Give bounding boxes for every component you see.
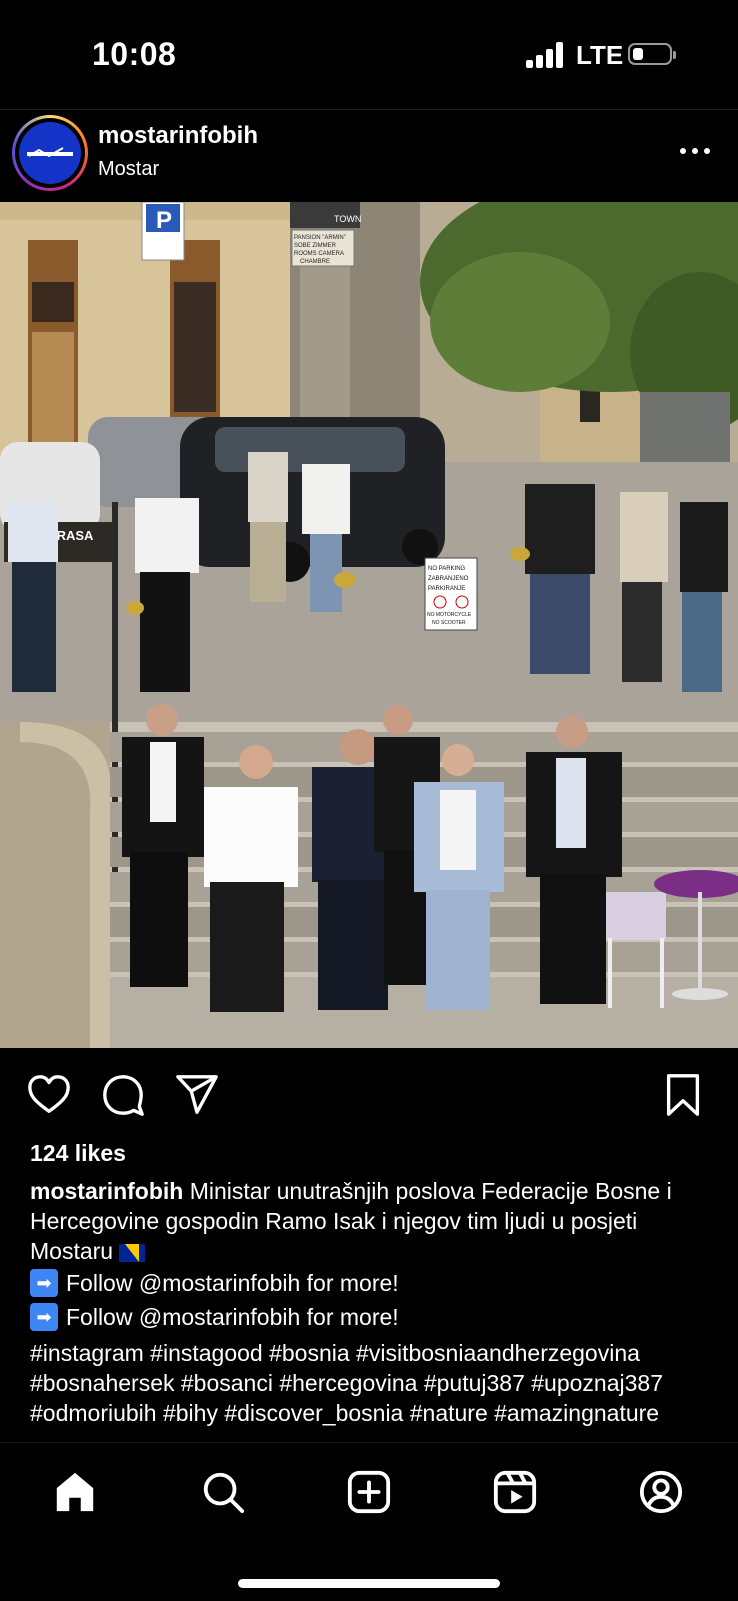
bookmark-icon[interactable] [660,1072,706,1118]
status-time: 10:08 [92,36,177,72]
send-icon[interactable] [174,1072,220,1118]
post-location[interactable]: Mostar [98,158,159,181]
home-icon[interactable] [52,1469,98,1515]
sign-parkiranje: PARKIRANJE [428,586,465,592]
sign-pansion: PANSION "ARMIN" [294,235,346,241]
home-indicator[interactable] [238,1579,500,1588]
comment-icon[interactable] [100,1072,146,1118]
follow-text-2: Follow @mostarinfobih for more! [66,1304,399,1330]
sign-sobe: SOBE ZIMMER [294,243,337,249]
post-header: mostarinfobih Mostar [0,110,738,202]
signal-strength-icon [526,42,564,68]
right-arrow-emoji-icon: ➡ [30,1302,58,1331]
avatar-story-ring[interactable] [12,115,88,191]
post-photo[interactable]: P TOWN PANSION "ARMIN" SOBE ZIMMER ROOMS… [0,202,738,1048]
sign-no-scooter: NO SCOOTER [432,620,466,626]
sign-town: TOWN [334,214,361,224]
plus-square-icon[interactable] [346,1469,392,1515]
sign-parking: P [156,207,172,234]
profile-icon[interactable] [638,1469,684,1515]
follow-line-2: ➡ Follow @mostarinfobih for more! [30,1302,399,1333]
reels-icon[interactable] [492,1469,538,1515]
sign-no-parking: NO PARKING [428,566,466,572]
sign-chambre: CHAMBRE [300,259,330,265]
post-hashtags[interactable]: #instagram #instagood #bosnia #visitbosn… [30,1338,730,1440]
sign-no-motorcycle: NO MOTORCYCLE [427,612,472,618]
sign-rooms: ROOMS CAMERA [294,251,344,257]
post-actions [0,1048,738,1138]
caption-username[interactable]: mostarinfobih [30,1178,183,1204]
post-photo-illustration: P TOWN PANSION "ARMIN" SOBE ZIMMER ROOMS… [0,202,738,1048]
right-arrow-emoji-icon: ➡ [30,1268,58,1297]
follow-text-1: Follow @mostarinfobih for more! [66,1270,399,1296]
bottom-nav [0,1442,738,1601]
battery-icon [628,43,676,65]
sign-zabranjeno: ZABRANJENO [428,576,469,582]
more-options-icon[interactable] [680,148,710,158]
likes-count[interactable]: 124 likes [30,1140,126,1167]
status-bar: 10:08 LTE [0,0,738,108]
post-caption: mostarinfobih Ministar unutrašnjih poslo… [30,1176,720,1266]
bosnia-flag-emoji [119,1243,146,1262]
post-username[interactable]: mostarinfobih [98,122,258,150]
network-label: LTE [576,40,624,70]
heart-icon[interactable] [26,1072,72,1118]
search-icon[interactable] [200,1469,246,1515]
follow-line-1: ➡ Follow @mostarinfobih for more! [30,1268,399,1299]
avatar[interactable] [19,122,81,184]
